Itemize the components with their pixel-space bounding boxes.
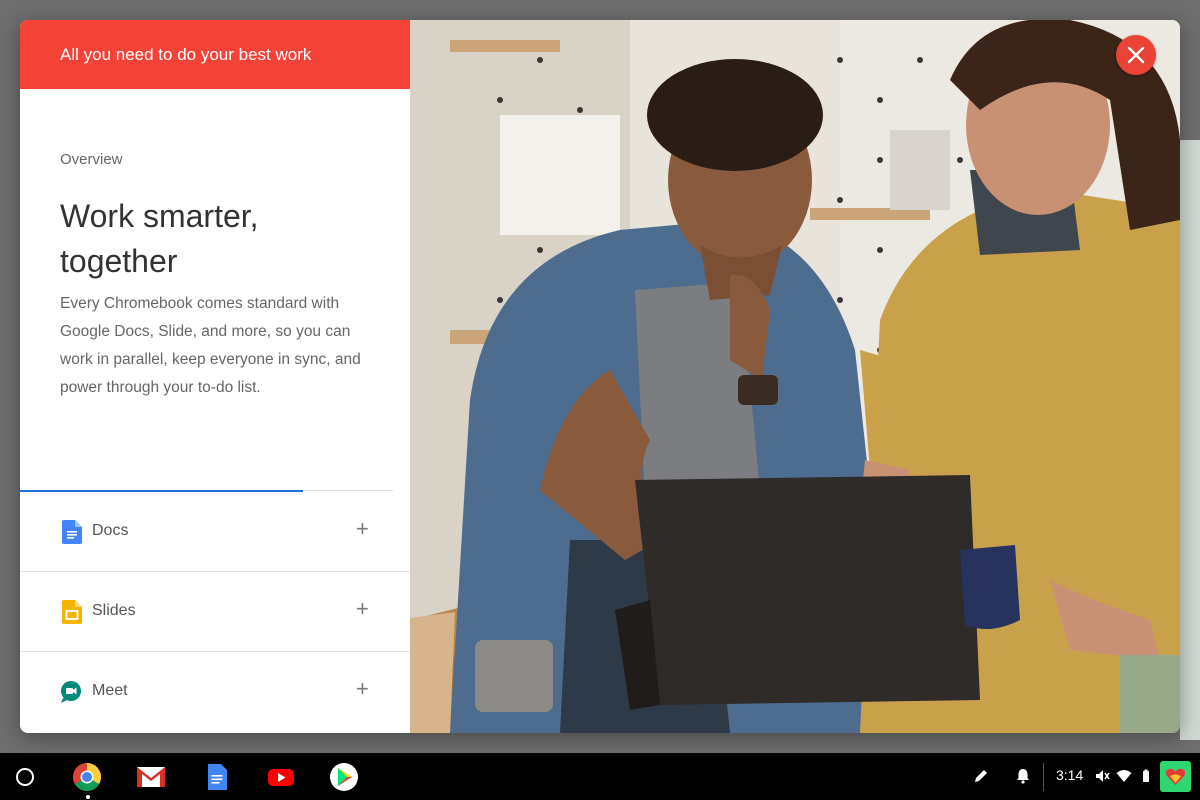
docs-icon bbox=[62, 520, 82, 544]
background-page bbox=[1180, 140, 1200, 740]
feature-dialog: All you need to do your best work Overvi… bbox=[20, 20, 1180, 733]
running-indicator bbox=[86, 795, 90, 799]
people-at-laptop-illustration bbox=[410, 20, 1180, 733]
accordion-item-slides[interactable]: Slides + bbox=[20, 572, 410, 652]
youtube-icon[interactable] bbox=[266, 762, 296, 792]
accordion-item-meet[interactable]: Meet + bbox=[20, 652, 410, 732]
stylus-icon[interactable] bbox=[972, 767, 990, 785]
close-button[interactable] bbox=[1116, 35, 1156, 75]
accordion-item-docs[interactable]: Docs + bbox=[20, 492, 410, 572]
docs-icon[interactable] bbox=[202, 762, 232, 792]
tray-divider bbox=[1043, 763, 1044, 791]
feature-accordion: Docs + Slides + Meet + bbox=[20, 492, 410, 732]
wifi-icon[interactable] bbox=[1116, 768, 1132, 784]
section-label: Overview bbox=[60, 151, 123, 168]
meet-icon bbox=[61, 681, 81, 703]
page-title: Work smarter, together bbox=[60, 198, 259, 279]
shelf: 3:14 bbox=[0, 753, 1200, 800]
accordion-label: Slides bbox=[92, 602, 136, 619]
launcher-icon[interactable] bbox=[16, 768, 34, 786]
hero-photo bbox=[410, 20, 1180, 733]
expand-icon[interactable]: + bbox=[356, 598, 369, 620]
play-store-icon[interactable] bbox=[329, 762, 359, 792]
accordion-label: Meet bbox=[92, 682, 128, 699]
expand-icon[interactable]: + bbox=[356, 678, 369, 700]
accordion-label: Docs bbox=[92, 522, 129, 539]
expand-icon[interactable]: + bbox=[356, 518, 369, 540]
heart-icon bbox=[1165, 768, 1186, 785]
gmail-icon[interactable] bbox=[136, 762, 166, 792]
clock[interactable]: 3:14 bbox=[1056, 767, 1083, 783]
slides-icon bbox=[62, 600, 82, 624]
dialog-header: All you need to do your best work bbox=[20, 20, 410, 89]
battery-icon[interactable] bbox=[1138, 768, 1154, 784]
mute-icon[interactable] bbox=[1094, 768, 1110, 784]
description-text: Every Chromebook comes standard with Goo… bbox=[60, 295, 361, 396]
info-panel: All you need to do your best work Overvi… bbox=[20, 20, 410, 733]
chrome-icon[interactable] bbox=[72, 762, 102, 792]
close-icon bbox=[1127, 46, 1145, 64]
keep-app-icon[interactable] bbox=[1160, 761, 1191, 792]
notification-bell-icon[interactable] bbox=[1014, 767, 1032, 785]
